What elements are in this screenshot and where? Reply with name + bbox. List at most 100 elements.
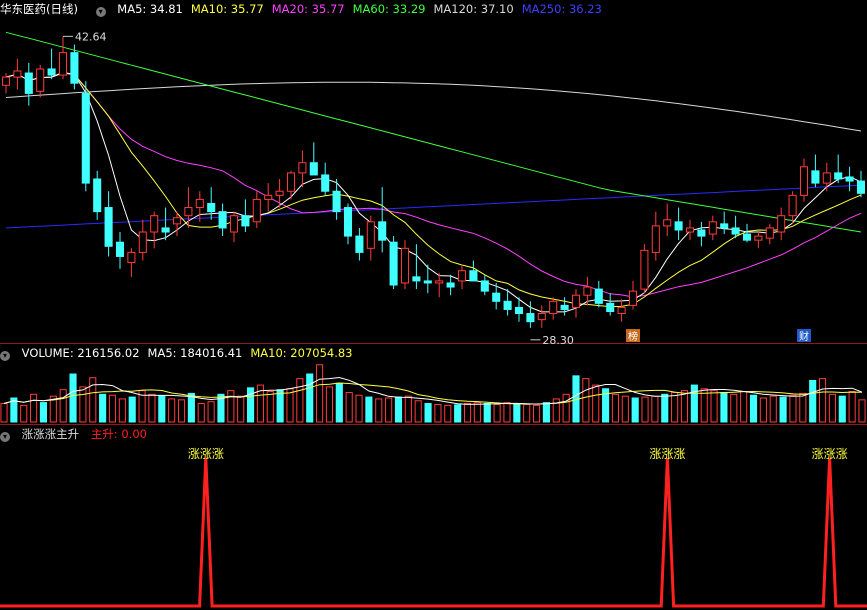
candle-body — [378, 221, 387, 241]
volume-bar — [118, 398, 126, 423]
candle-body — [594, 288, 603, 304]
candle-body — [343, 207, 353, 237]
candle-body — [583, 286, 592, 296]
volume-bar — [355, 394, 363, 423]
volume-bar — [39, 402, 48, 423]
volume-bar — [108, 394, 117, 423]
volume-bar — [286, 388, 294, 423]
volume-bar — [789, 394, 797, 423]
candle-body — [503, 300, 512, 310]
volume-bar — [799, 392, 807, 423]
volume-bar — [720, 391, 728, 423]
volume-bar — [187, 392, 195, 423]
volume-bar — [345, 391, 353, 423]
candle-body — [161, 227, 170, 233]
volume-bar — [394, 396, 403, 423]
signal-peak-label: 涨涨涨 — [812, 446, 848, 461]
volume-bar — [316, 364, 324, 423]
volume-bar — [710, 390, 718, 423]
candle-body — [355, 235, 364, 253]
candle-body — [127, 251, 136, 264]
volume-bar — [473, 402, 481, 423]
candle-body — [47, 68, 56, 76]
candle-body — [822, 172, 831, 184]
candle-body — [13, 70, 22, 78]
candle-body — [286, 172, 296, 192]
volume-bar — [168, 398, 176, 423]
volume-bar — [621, 395, 629, 423]
candle-body — [93, 178, 102, 213]
candle-body — [400, 247, 410, 284]
volume-bar — [740, 391, 748, 423]
candle-body — [799, 166, 809, 196]
candle-body — [492, 292, 501, 302]
volume-bar — [690, 384, 698, 423]
candle-body — [36, 68, 45, 92]
volume-bar — [779, 396, 787, 423]
candle-body — [742, 233, 752, 241]
candle-body — [104, 207, 113, 247]
volume-bar — [404, 395, 412, 423]
volume-bar — [197, 403, 205, 423]
low-price-label: 28.30 — [542, 334, 574, 347]
candle-body — [549, 300, 558, 315]
volume-bar — [838, 395, 846, 423]
candle-body — [811, 170, 820, 184]
candle-body — [423, 280, 432, 284]
volume-bar — [237, 395, 245, 423]
volume-bar — [177, 399, 186, 423]
volume-bar — [148, 393, 156, 423]
candle-body — [617, 306, 626, 315]
volume-bar — [848, 391, 856, 423]
volume-bar — [661, 393, 669, 423]
volume-bar — [493, 403, 501, 423]
candle-body — [697, 229, 706, 237]
candle-body — [480, 280, 489, 292]
volume-bar — [296, 378, 304, 423]
candle-body — [24, 72, 33, 94]
candle-body — [640, 249, 649, 290]
list-badge-text: 榜 — [628, 330, 638, 343]
candle-body — [663, 219, 672, 227]
candle-body — [731, 227, 740, 235]
volume-bar — [424, 403, 432, 423]
signal-line — [0, 457, 867, 608]
volume-bar — [641, 396, 649, 423]
candle-body — [651, 225, 660, 253]
volume-bar — [99, 393, 107, 423]
volume-bar — [651, 395, 659, 423]
candle-body — [207, 202, 216, 213]
candle-body — [834, 172, 843, 180]
candle-body — [172, 217, 182, 225]
candle-body — [81, 92, 90, 184]
candle-body — [606, 302, 615, 313]
volume-bar — [759, 397, 767, 423]
volume-bar — [0, 403, 8, 423]
volume-bar — [818, 378, 827, 423]
candle-body — [788, 194, 797, 217]
volume-bar — [532, 404, 541, 423]
volume-bar — [69, 373, 77, 423]
candle-body — [777, 215, 786, 233]
volume-bar — [79, 386, 87, 423]
high-price-label: 42.64 — [75, 30, 107, 43]
candle-body — [720, 223, 729, 229]
volume-bar — [375, 398, 383, 423]
volume-bar — [444, 404, 452, 423]
volume-bar — [128, 396, 136, 423]
candle-body — [856, 180, 866, 194]
volume-bar — [592, 384, 600, 423]
volume-bar — [828, 393, 836, 423]
candle-body — [70, 52, 79, 84]
candle-body — [674, 221, 683, 231]
candle-body — [115, 241, 125, 257]
ma20-line — [5, 72, 862, 298]
candle-body — [184, 207, 193, 217]
volume-bar — [266, 391, 274, 423]
kline-chart[interactable]: 42.64 28.30 榜 财涨涨涨 涨涨涨 涨涨涨 — [0, 0, 867, 610]
candle-body — [537, 313, 546, 321]
volume-bar — [207, 401, 215, 423]
candle-body — [845, 176, 854, 182]
volume-bar — [513, 403, 521, 423]
candle-body — [241, 215, 250, 227]
